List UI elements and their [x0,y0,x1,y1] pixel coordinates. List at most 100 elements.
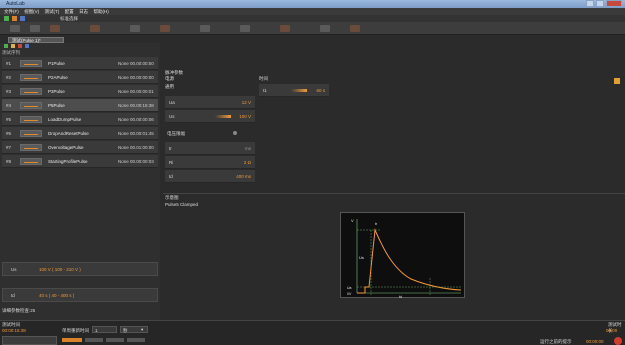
window-close-icon[interactable] [606,0,622,7]
move-up-icon[interactable] [25,44,29,48]
pulse-shape-icon[interactable] [130,25,140,32]
prerun-value: 00:00:00 [586,339,604,344]
toolbar-button[interactable] [127,338,145,342]
sequence-row[interactable]: #2 P2APulse None 00.00:00:00 [2,71,158,84]
record-icon[interactable] [20,16,25,21]
param-value: 100 V [239,114,251,119]
sequence-row[interactable]: #8 StartingProfilePulse None 00.00:00:03 [2,155,158,168]
row-name: P2APulse [48,75,68,80]
row-number: #5 [6,117,12,122]
pulse-diagram: V Us Ua 0V tr td [340,212,465,299]
param-key: Ua [169,100,175,105]
title-bar: AutoLab [0,0,625,8]
level-bar [291,89,307,92]
menu-log[interactable]: 日志 [79,8,88,15]
pulse-thumbnail-icon [20,130,42,137]
limit-label: 电压限幅 [167,131,185,136]
row-time: None 00.00:00:03 [118,159,154,164]
toolbar-button[interactable] [106,338,124,342]
limit-row[interactable]: 电压限幅 [165,128,255,140]
sequence-row[interactable]: #3 P3Pulse None 00.00:00:01 [2,85,158,98]
pulse-curve [357,228,462,294]
start-button[interactable] [2,336,57,345]
param-key: Ri [169,160,174,165]
param-us[interactable]: Us 100 V [165,110,255,123]
label-ua: Ua [347,286,352,290]
window-minimize-icon[interactable] [586,0,594,7]
param-value: ms [245,146,251,151]
menu-file[interactable]: 文件(F) [4,8,19,15]
delete-icon[interactable] [18,44,22,48]
pulse-shape-icon[interactable] [280,25,290,32]
row-time: None 00.00:00:00 [118,75,154,80]
label-us: Us [359,255,364,260]
add-icon[interactable] [4,44,8,48]
param-key: td [169,174,173,179]
param-value: 400 ms [236,174,251,179]
menu-test[interactable]: 测试(T) [45,8,60,15]
pulse-shape-icon[interactable] [30,25,40,32]
window-maximize-icon[interactable] [596,0,604,7]
prerun-label: 运行之前的提示 [540,339,572,344]
sequence-row[interactable]: #6 DropAndResetPulse None 00.00:01:45 [2,127,158,140]
row-number: #6 [6,131,12,136]
row-name: LoadDumpPulse [48,117,82,122]
row-time: None 00.01:00:00 [118,145,154,150]
param-ri[interactable]: Ri 2 Ω [165,156,255,169]
param-ua[interactable]: Ua 12 V [165,96,255,109]
pulse-shape-icon[interactable] [320,25,330,32]
toggle-icon[interactable] [233,131,237,135]
param-tr[interactable]: tr ms [165,142,255,155]
pulse-shape-icon[interactable] [350,25,360,32]
divider [163,193,625,194]
us-value: 100 V ( 100 - 210 V ) [39,267,81,272]
play-icon[interactable] [4,16,9,21]
td-summary[interactable]: td 40 s ( 40 - 400 s ) [2,288,158,302]
pulse-thumbnail-icon [20,116,42,123]
row-time: None 00.00:00:50 [118,61,154,66]
toolbar-button[interactable] [85,338,103,342]
param-key: Us [169,114,175,119]
param-value: 12 V [241,100,251,105]
us-summary[interactable]: Us 100 V ( 100 - 210 V ) [2,262,158,276]
row-time: None 00.00:15:38 [118,103,154,108]
repeat-input[interactable]: 1 [92,326,117,333]
status-bar: 测试时间 00:00:15:38 单周重新时间 1 秒 ▾ 运行之前的提示 00… [0,320,625,345]
sequence-header: 测试序列 [2,50,20,55]
params-group-label: 通用 [165,84,174,89]
row-number: #3 [6,89,12,94]
pulse-thumbnail-icon [20,60,42,67]
param-td[interactable]: td 400 ms [165,170,255,183]
repeat-value: 1 [95,328,98,333]
sequence-row[interactable]: #7 OvervoltagePulse None 00.01:00:00 [2,141,158,154]
sequence-panel: 测试序列 #1 P1Pulse None 00.00:00:50 #2 P2AP… [0,43,160,320]
row-time: None 00.00:00:01 [118,89,154,94]
sequence-row[interactable]: #1 P1Pulse None 00.00:00:50 [2,57,158,70]
menu-view[interactable]: 视图(V) [24,8,39,15]
sequence-row-selected[interactable]: #4 P5Pulse None 00.00:15:38 [2,99,158,112]
pulse-shape-icon[interactable] [50,25,60,32]
menu-help[interactable]: 帮助(H) [93,8,108,15]
progress-bar [62,338,82,342]
menu-config[interactable]: 配置 [65,8,74,15]
param-t1[interactable]: t1 60 s [259,84,329,97]
pulse-shape-icon[interactable] [160,25,170,32]
record-button-icon[interactable] [614,337,622,345]
params-subtitle-power: 电源 [165,76,174,81]
pulse-shape-icon[interactable] [90,25,100,32]
row-number: #4 [6,103,12,108]
folder-icon[interactable] [11,44,15,48]
stop-icon[interactable] [12,16,17,21]
window-title: AutoLab [6,1,25,7]
sequence-row[interactable]: #5 LoadDumpPulse None 00.00:00:06 [2,113,158,126]
pulse-shape-icon[interactable] [200,25,210,32]
pulse-shape-icon[interactable] [10,25,20,32]
pulse-shape-icon[interactable] [240,25,250,32]
label-tr: tr [375,222,378,226]
diagram-title: 示意图 [165,195,179,200]
side-panel-icon[interactable] [614,78,620,84]
unit-value: 秒 [123,328,128,333]
pulse-thumbnail-icon [20,74,42,81]
level-bar [215,115,231,118]
unit-select[interactable]: 秒 ▾ [120,326,148,333]
